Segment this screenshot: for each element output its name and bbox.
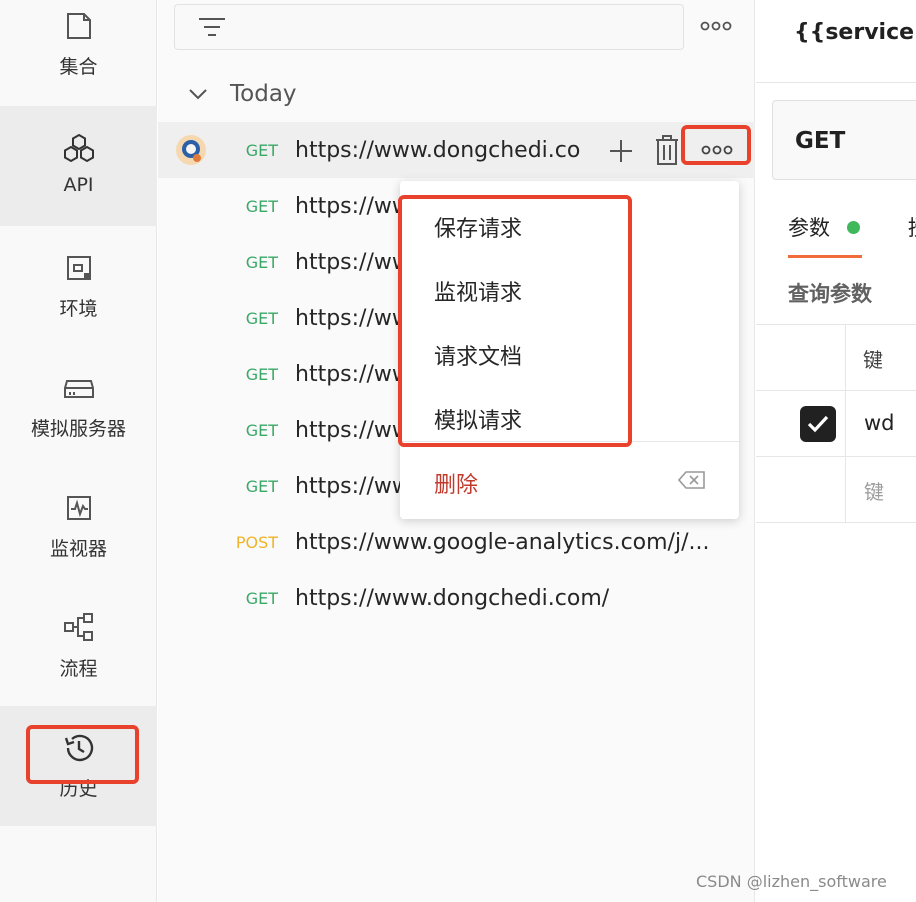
- menu-item-request-docs[interactable]: 请求文档: [434, 339, 522, 371]
- history-group-title: Today: [230, 81, 297, 107]
- more-options-icon[interactable]: [696, 12, 736, 40]
- check-icon: [807, 415, 829, 433]
- watermark: CSDN @lizhen_software: [696, 872, 887, 891]
- query-params-title: 查询参数: [788, 282, 872, 306]
- method-select[interactable]: GET: [772, 100, 916, 180]
- request-method: GET: [245, 588, 278, 608]
- sidebar-item-history[interactable]: 历史: [0, 706, 157, 826]
- request-url: https://www.dongchedi.co: [295, 137, 581, 163]
- history-row[interactable]: POST https://www.google-analytics.com/j/…: [158, 514, 755, 570]
- more-options-icon[interactable]: [701, 144, 733, 156]
- app-window: 集合 API 环境 模拟服务器 监视器 流程 历史 Today GET http…: [0, 0, 916, 902]
- request-method: GET: [245, 196, 278, 216]
- request-method: GET: [245, 252, 278, 272]
- api-icon: [61, 130, 97, 166]
- history-row[interactable]: GET https://www.dongchedi.com/: [158, 570, 755, 626]
- request-url: https://www.dongchedi.com/: [295, 585, 610, 611]
- sidebar-item-collections[interactable]: 集合: [0, 0, 157, 120]
- sidebar-item-environments[interactable]: 环境: [0, 226, 157, 346]
- request-method: POST: [235, 532, 278, 552]
- sidebar-item-label: 监视器: [49, 538, 107, 560]
- environment-icon: [61, 250, 97, 286]
- method-select-value: GET: [795, 128, 846, 154]
- sidebar-item-label: 流程: [59, 658, 98, 680]
- request-method: GET: [245, 140, 278, 160]
- request-context-menu: 保存请求 监视请求 请求文档 模拟请求 删除: [400, 181, 739, 519]
- add-icon[interactable]: [608, 138, 634, 164]
- request-title: {{serviceU: [794, 20, 916, 45]
- request-url: https://ww: [295, 249, 410, 275]
- status-dot: [847, 221, 860, 234]
- sidebar-item-label: 集合: [59, 56, 98, 78]
- request-url: https://ww: [295, 417, 410, 443]
- monitor-icon: [61, 490, 97, 526]
- request-method: GET: [245, 420, 278, 440]
- history-group-header[interactable]: Today: [188, 76, 297, 112]
- sidebar-item-label: 环境: [59, 298, 98, 320]
- request-method: GET: [245, 364, 278, 384]
- table-line: [756, 390, 916, 391]
- sidebar-item-flows[interactable]: 流程: [0, 586, 157, 706]
- table-line: [756, 522, 916, 523]
- table-header-key: 键: [863, 348, 883, 372]
- trash-icon[interactable]: [654, 134, 680, 166]
- sidebar-item-label: 模拟服务器: [30, 418, 126, 440]
- request-url: https://www.google-analytics.com/j/...: [295, 529, 710, 555]
- tab-active-indicator: [788, 255, 862, 258]
- history-icon: [61, 730, 97, 766]
- history-row[interactable]: GET https://www.dongchedi.co: [158, 122, 755, 178]
- mock-server-icon: [61, 370, 97, 406]
- sidebar-item-label: 历史: [59, 778, 98, 800]
- divider: [756, 82, 916, 83]
- sidebar-item-api[interactable]: API: [0, 106, 157, 226]
- chevron-down-icon: [189, 89, 207, 100]
- request-method: GET: [245, 308, 278, 328]
- request-url: https://ww: [295, 361, 410, 387]
- table-line: [756, 456, 916, 457]
- table-line: [845, 324, 846, 522]
- left-sidebar: 集合 API 环境 模拟服务器 监视器 流程 历史: [0, 0, 157, 902]
- request-method: GET: [245, 476, 278, 496]
- sidebar-item-monitors[interactable]: 监视器: [0, 466, 157, 586]
- menu-item-mock-request[interactable]: 模拟请求: [434, 403, 522, 435]
- param-key-placeholder[interactable]: 键: [864, 476, 884, 505]
- collection-icon: [61, 8, 97, 44]
- avatar: [175, 134, 207, 166]
- filter-input[interactable]: [174, 4, 684, 50]
- sidebar-item-mock-servers[interactable]: 模拟服务器: [0, 346, 157, 466]
- flow-icon: [61, 610, 97, 646]
- menu-item-monitor-request[interactable]: 监视请求: [434, 275, 522, 307]
- menu-item-delete[interactable]: 删除: [434, 467, 478, 499]
- table-line: [756, 324, 916, 325]
- menu-divider: [400, 441, 739, 442]
- request-editor: {{serviceU GET 参数 授 查询参数 键 wd 键: [756, 0, 916, 902]
- menu-item-save-request[interactable]: 保存请求: [434, 211, 522, 243]
- tab-next[interactable]: 授: [908, 212, 916, 242]
- request-url: https://ww: [295, 193, 410, 219]
- row-checkbox[interactable]: [800, 406, 836, 442]
- param-key-cell[interactable]: wd: [864, 411, 895, 435]
- tab-params[interactable]: 参数: [788, 212, 830, 242]
- backspace-icon: [678, 471, 705, 489]
- filter-icon: [199, 18, 225, 36]
- request-url: https://ww: [295, 473, 410, 499]
- request-url: https://ww: [295, 305, 410, 331]
- sidebar-item-label: API: [63, 174, 94, 196]
